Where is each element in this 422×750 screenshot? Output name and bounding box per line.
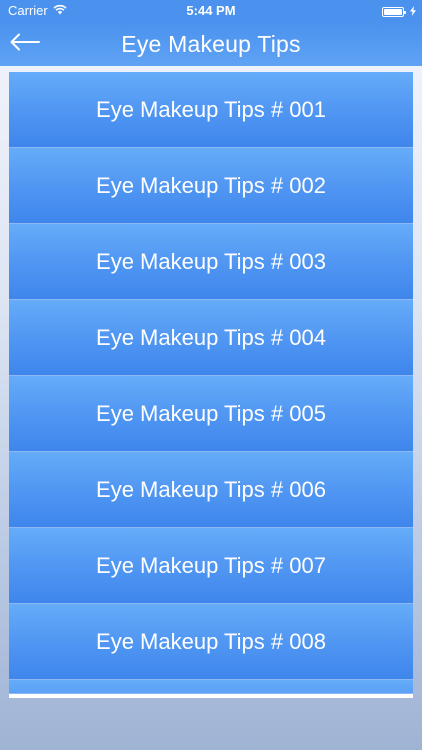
nav-bar: Eye Makeup Tips — [0, 22, 422, 66]
list-item-006[interactable]: Eye Makeup Tips # 006 — [9, 452, 413, 528]
list-item-005[interactable]: Eye Makeup Tips # 005 — [9, 376, 413, 452]
list-item-label: Eye Makeup Tips # 003 — [96, 248, 326, 274]
list-item-partial[interactable] — [9, 680, 413, 694]
status-bar: Carrier 5:44 PM — [0, 0, 422, 22]
list-item-label: Eye Makeup Tips # 006 — [96, 476, 326, 502]
status-time: 5:44 PM — [186, 3, 236, 18]
list-item-label: Eye Makeup Tips # 008 — [96, 628, 326, 654]
battery-icon — [382, 6, 406, 17]
bolt-icon — [410, 4, 416, 19]
list-item-label: Eye Makeup Tips # 001 — [96, 96, 326, 122]
list-item-label: Eye Makeup Tips # 004 — [96, 324, 326, 350]
status-right — [382, 4, 416, 19]
list-item-label: Eye Makeup Tips # 007 — [96, 552, 326, 578]
list-item-008[interactable]: Eye Makeup Tips # 008 — [9, 604, 413, 680]
list-item-label: Eye Makeup Tips # 005 — [96, 400, 326, 426]
page-title: Eye Makeup Tips — [121, 31, 301, 57]
list-item-007[interactable]: Eye Makeup Tips # 007 — [9, 528, 413, 604]
list-item-label: Eye Makeup Tips # 002 — [96, 172, 326, 198]
tips-list: Eye Makeup Tips # 001 Eye Makeup Tips # … — [9, 72, 413, 698]
list-item-002[interactable]: Eye Makeup Tips # 002 — [9, 148, 413, 224]
list-item-004[interactable]: Eye Makeup Tips # 004 — [9, 300, 413, 376]
list-item-003[interactable]: Eye Makeup Tips # 003 — [9, 224, 413, 300]
list-item-001[interactable]: Eye Makeup Tips # 001 — [9, 72, 413, 148]
